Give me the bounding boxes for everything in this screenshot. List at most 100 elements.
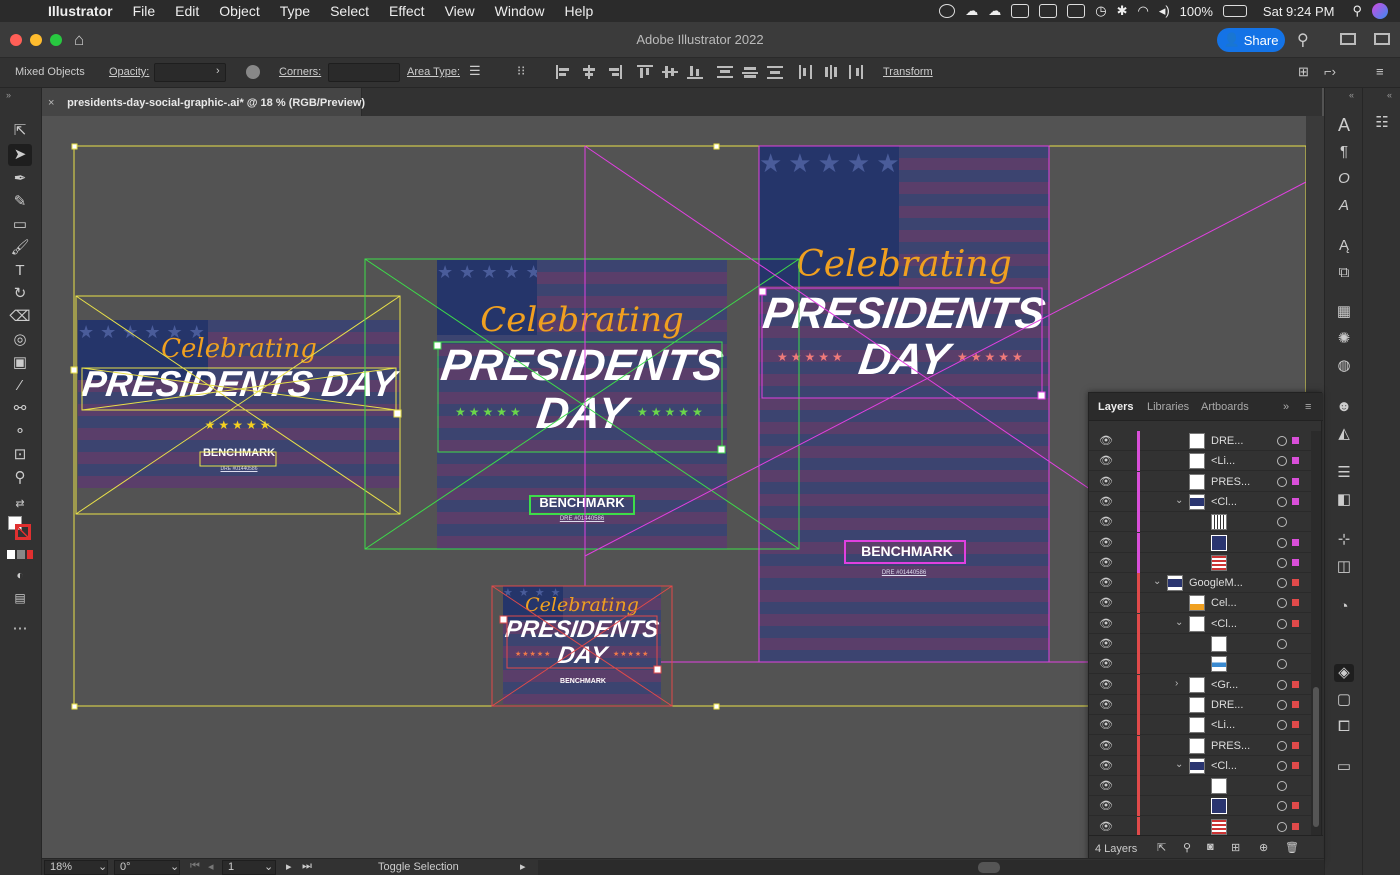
layer-name[interactable]: <Cl... — [1211, 760, 1237, 772]
panel-menu-icon[interactable]: ≡ — [1305, 401, 1311, 413]
layers-scrollbar[interactable] — [1311, 431, 1321, 837]
layer-row[interactable]: 👁 — [1089, 532, 1311, 553]
next-artboard-icon[interactable]: ▸ — [286, 860, 292, 873]
target-circle-icon[interactable] — [1277, 456, 1287, 467]
distribute-left-icon[interactable] — [798, 65, 814, 79]
properties-panel-icon[interactable]: ☷ — [1372, 114, 1392, 132]
brushes-panel-icon[interactable]: ✺ — [1334, 330, 1354, 348]
puppet-warp-icon[interactable]: ⌐› — [1324, 64, 1336, 79]
selection-tool-icon[interactable]: ⇱ — [8, 120, 32, 142]
layer-name[interactable]: PRES... — [1211, 740, 1250, 752]
layer-row[interactable]: 👁 ⌄ <Cl... — [1089, 491, 1311, 512]
target-circle-icon[interactable] — [1277, 821, 1287, 832]
color-mode-buttons[interactable] — [7, 550, 33, 559]
pathfinder-panel-icon[interactable]: ◫ — [1334, 558, 1354, 576]
visibility-eye-icon[interactable]: 👁 — [1099, 739, 1113, 752]
selection-indicator[interactable] — [1292, 477, 1299, 485]
direct-selection-tool-icon[interactable]: ➤ — [8, 144, 32, 166]
volume-icon[interactable]: ◂) — [1159, 3, 1170, 19]
distribute-bottom-icon[interactable] — [767, 65, 783, 79]
target-circle-icon[interactable] — [1277, 557, 1287, 568]
comments-panel-icon[interactable]: ▭ — [1334, 758, 1354, 776]
visibility-eye-icon[interactable]: 👁 — [1099, 657, 1113, 670]
status-menu-icon[interactable]: ▸ — [520, 860, 526, 873]
layer-name[interactable]: DRE... — [1211, 699, 1243, 711]
layer-row[interactable]: 👁 ⌄ <Cl... — [1089, 755, 1311, 776]
visibility-eye-icon[interactable]: 👁 — [1099, 718, 1113, 731]
selection-indicator[interactable] — [1292, 538, 1299, 546]
align-left-icon[interactable] — [556, 65, 572, 79]
distribute-right-icon[interactable] — [848, 65, 864, 79]
app-tray-icon[interactable] — [1011, 4, 1030, 18]
tab-layers[interactable]: Layers — [1098, 401, 1133, 413]
gradient-tool-icon[interactable]: ▣ — [8, 352, 32, 374]
distribute-top-icon[interactable] — [717, 65, 733, 79]
target-circle-icon[interactable] — [1277, 537, 1287, 548]
close-tab-icon[interactable]: × — [48, 97, 64, 109]
app-tray-icon[interactable] — [1039, 4, 1058, 18]
symbol-sprayer-tool-icon[interactable]: ⚬ — [8, 421, 32, 443]
layer-name[interactable]: <Cl... — [1211, 496, 1237, 508]
rotate-tool-icon[interactable]: ↻ — [8, 283, 32, 305]
artboard-dropdown-icon[interactable]: ⌄ — [264, 860, 273, 873]
locate-object-icon[interactable]: ⚲ — [1183, 841, 1191, 854]
layer-row[interactable]: 👁 PRES... — [1089, 735, 1311, 756]
layer-name[interactable]: <Li... — [1211, 719, 1235, 731]
artboards-panel-icon[interactable]: ▢ — [1334, 691, 1354, 709]
paintbrush-tool-icon[interactable]: 🖌 — [8, 237, 32, 259]
target-circle-icon[interactable] — [1277, 801, 1287, 812]
align-vertical-center-icon[interactable] — [662, 65, 678, 79]
menu-window[interactable]: Window — [485, 3, 555, 19]
layer-row[interactable]: 👁 PRES... — [1089, 471, 1311, 492]
recolor-artwork-icon[interactable] — [246, 65, 260, 79]
target-circle-icon[interactable] — [1277, 496, 1287, 507]
layer-name[interactable]: PRES... — [1211, 476, 1250, 488]
pen-tool-icon[interactable]: ✒ — [8, 168, 32, 190]
menu-type[interactable]: Type — [270, 3, 320, 19]
layers-panel-icon[interactable]: ◈ — [1334, 664, 1354, 682]
align-top-icon[interactable] — [637, 65, 653, 79]
target-circle-icon[interactable] — [1277, 598, 1287, 609]
align-to-icon[interactable]: ⁝⁝ — [517, 63, 525, 79]
layer-name[interactable]: Cel... — [1211, 597, 1237, 609]
blend-tool-icon[interactable]: ⚯ — [8, 398, 32, 420]
align-bottom-icon[interactable] — [687, 65, 703, 79]
create-new-layer-icon[interactable]: ⊕ — [1259, 841, 1268, 854]
visibility-eye-icon[interactable]: 👁 — [1099, 536, 1113, 549]
search-icon[interactable]: ⚲ — [1297, 30, 1309, 50]
expand-chevron-icon[interactable]: ⌄ — [1175, 759, 1183, 770]
eyedropper-tool-icon[interactable]: ⁄ — [8, 375, 32, 397]
opacity-arrow-icon[interactable]: › — [216, 65, 220, 77]
layer-row[interactable]: 👁 Cel... — [1089, 593, 1311, 614]
last-artboard-icon[interactable]: ⏭ — [302, 860, 312, 873]
artboard-instagram-square[interactable]: ★★★★★★★★★★★★★★★★★★★★ Celebrating PRESIDE… — [437, 260, 727, 549]
expand-chevron-icon[interactable]: ⌄ — [1153, 576, 1161, 587]
stroke-panel-icon[interactable]: ☰ — [1334, 464, 1354, 482]
selection-indicator[interactable] — [1292, 558, 1299, 566]
target-circle-icon[interactable] — [1277, 639, 1287, 649]
visibility-eye-icon[interactable]: 👁 — [1099, 678, 1113, 691]
menu-effect[interactable]: Effect — [379, 3, 435, 19]
artboard-story-vertical[interactable]: ★★★★★★★★★★★★★★★★★★★★ Celebrating PRESIDE… — [759, 146, 1049, 662]
paragraph-panel-icon[interactable]: ¶ — [1334, 143, 1354, 161]
visibility-eye-icon[interactable]: 👁 — [1099, 475, 1113, 488]
zoom-tool-icon[interactable]: ⚲ — [8, 467, 32, 489]
collapse-panel-icon[interactable]: » — [6, 90, 11, 100]
battery-icon[interactable] — [1222, 5, 1247, 17]
layer-name[interactable]: <Gr... — [1211, 679, 1238, 691]
layer-row[interactable]: 👁 DRE... — [1089, 694, 1311, 715]
spotlight-search-icon[interactable]: ⚲ — [1352, 3, 1362, 19]
visibility-eye-icon[interactable]: 👁 — [1099, 637, 1113, 650]
layer-name[interactable]: GoogleM... — [1189, 577, 1243, 589]
expand-chevron-icon[interactable]: ⌄ — [1175, 617, 1183, 628]
document-tab[interactable]: × presidents-day-social-graphic-.ai* @ 1… — [42, 88, 365, 116]
opacity-label[interactable]: Opacity: — [109, 66, 149, 78]
swatches-panel-icon[interactable]: ▦ — [1334, 303, 1354, 321]
menu-object[interactable]: Object — [209, 3, 269, 19]
target-circle-icon[interactable] — [1277, 476, 1287, 487]
stroke-color-swatch[interactable] — [15, 524, 31, 540]
character-styles-icon[interactable]: Ą — [1334, 237, 1354, 255]
close-window-button[interactable] — [10, 34, 22, 46]
menu-help[interactable]: Help — [554, 3, 603, 19]
area-type-label[interactable]: Area Type: — [407, 66, 460, 78]
